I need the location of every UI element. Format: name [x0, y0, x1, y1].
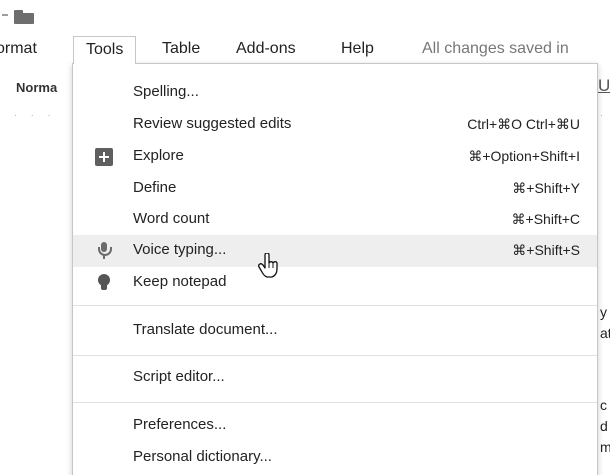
- hand-cursor-icon: [258, 253, 278, 278]
- underline-button[interactable]: U: [598, 76, 610, 96]
- menu-item-shortcut: ⌘+Shift+S: [512, 242, 580, 258]
- menu-item-label: Personal dictionary...: [133, 448, 272, 465]
- menu-item-label: Spelling...: [133, 83, 199, 100]
- document-text: at: [600, 325, 610, 341]
- document-text: c: [600, 397, 607, 413]
- menu-item-label: Script editor...: [133, 368, 225, 385]
- tools-menu: Spelling... Review suggested edits Ctrl+…: [72, 63, 598, 475]
- menu-tools[interactable]: Tools: [73, 36, 137, 64]
- menu-item-translate-document[interactable]: Translate document...: [73, 315, 597, 347]
- menu-help[interactable]: Help: [341, 36, 374, 64]
- explore-icon: [95, 148, 113, 166]
- folder-icon[interactable]: [14, 10, 34, 24]
- menu-separator: [73, 402, 597, 403]
- document-text: d a: [600, 418, 610, 434]
- menu-item-review-suggested-edits[interactable]: Review suggested edits Ctrl+⌘O Ctrl+⌘U: [73, 109, 597, 141]
- document-text: m: [600, 439, 610, 455]
- menu-item-shortcut: ⌘+Shift+C: [511, 211, 580, 227]
- menu-item-shortcut: ⌘+Shift+Y: [512, 180, 580, 196]
- menu-item-word-count[interactable]: Word count ⌘+Shift+C: [73, 204, 597, 236]
- menu-table[interactable]: Table: [162, 36, 200, 64]
- menu-item-spelling[interactable]: Spelling...: [73, 77, 597, 109]
- document-text: y: [600, 304, 607, 320]
- menu-item-shortcut: ⌘+Option+Shift+I: [468, 148, 580, 164]
- menu-item-label: Translate document...: [133, 321, 278, 338]
- menu-item-label: Define: [133, 179, 177, 196]
- menu-bar: ormat Tools Table Add-ons Help All chang…: [0, 36, 610, 64]
- menu-item-label: Word count: [133, 210, 210, 227]
- menu-item-voice-typing[interactable]: Voice typing... ⌘+Shift+S: [73, 235, 597, 267]
- menu-item-label: Review suggested edits: [133, 115, 292, 132]
- menu-item-label: Preferences...: [133, 416, 227, 433]
- menu-format[interactable]: ormat: [0, 36, 37, 64]
- save-status: All changes saved in: [422, 40, 569, 57]
- menu-separator: [73, 355, 597, 356]
- menu-item-personal-dictionary[interactable]: Personal dictionary...: [73, 442, 597, 474]
- menu-item-keep-notepad[interactable]: Keep notepad: [73, 267, 597, 299]
- microphone-icon: [95, 242, 113, 260]
- menu-item-label: Explore: [133, 147, 184, 164]
- menu-item-label: Voice typing...: [133, 241, 227, 258]
- ruler-ticks-right: ·: [600, 111, 609, 120]
- ruler-ticks: · · ·: [14, 111, 57, 120]
- lightbulb-icon: [95, 274, 113, 292]
- menu-item-define[interactable]: Define ⌘+Shift+Y: [73, 173, 597, 205]
- paragraph-style-select[interactable]: Norma: [16, 80, 57, 95]
- menu-separator: [73, 305, 597, 306]
- menu-item-explore[interactable]: Explore ⌘+Option+Shift+I: [73, 141, 597, 173]
- menu-add-ons[interactable]: Add-ons: [236, 36, 296, 64]
- star-icon[interactable]: [2, 14, 8, 16]
- menu-item-script-editor[interactable]: Script editor...: [73, 362, 597, 394]
- menu-item-label: Keep notepad: [133, 273, 227, 290]
- menu-item-shortcut: Ctrl+⌘O Ctrl+⌘U: [467, 116, 580, 132]
- menu-item-preferences[interactable]: Preferences...: [73, 410, 597, 442]
